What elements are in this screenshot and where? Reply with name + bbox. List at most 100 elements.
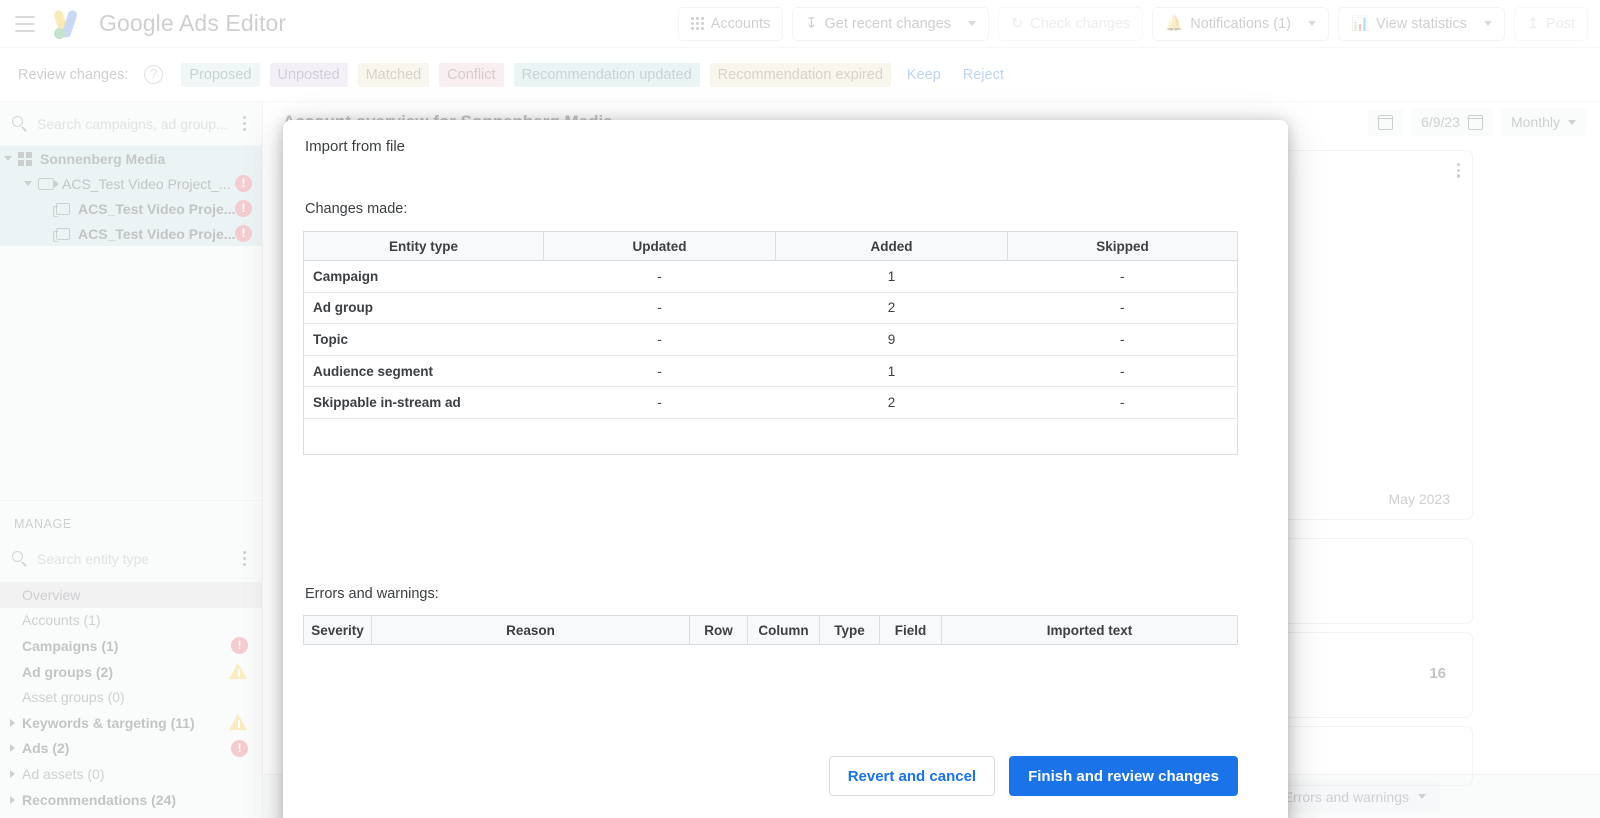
error-badge-icon: ! bbox=[231, 637, 248, 655]
sidebar-options-icon[interactable] bbox=[239, 112, 250, 135]
ad-group-icon bbox=[53, 202, 70, 217]
chip-unposted[interactable]: Unposted bbox=[269, 62, 348, 87]
chevron-right-icon[interactable] bbox=[10, 744, 15, 753]
sidebar-item-overview[interactable]: Overview bbox=[0, 582, 262, 608]
post-button[interactable]: ↥ Post bbox=[1513, 6, 1588, 41]
accounts-button-label: Accounts bbox=[710, 15, 771, 32]
tree-item-campaign[interactable]: ACS_Test Video Project_... ! bbox=[0, 171, 262, 196]
column-header-type: Type bbox=[819, 615, 880, 645]
cell-entity-type: Skippable in-stream ad bbox=[303, 386, 544, 419]
table-row[interactable]: Campaign - 1 - bbox=[303, 260, 1238, 293]
chip-matched[interactable]: Matched bbox=[357, 62, 430, 87]
chip-conflict[interactable]: Conflict bbox=[439, 62, 504, 87]
entity-options-icon[interactable] bbox=[239, 547, 250, 570]
empty-cell bbox=[1008, 418, 1238, 454]
tree-item-account[interactable]: Sonnenberg Media bbox=[0, 146, 262, 171]
chip-recommendation-expired[interactable]: Recommendation expired bbox=[709, 62, 891, 87]
sidebar-item-recommendations[interactable]: Recommendations (24) bbox=[0, 787, 262, 813]
sidebar-item-asset-groups[interactable]: Asset groups (0) bbox=[0, 684, 262, 710]
cell-added: 2 bbox=[775, 292, 1008, 325]
error-badge-icon: ! bbox=[235, 225, 252, 242]
sidebar-item-campaigns[interactable]: Campaigns (1) ! bbox=[0, 633, 262, 659]
cell-skipped: - bbox=[1007, 355, 1238, 388]
video-campaign-icon bbox=[38, 177, 59, 190]
tree-item-ad-group-1[interactable]: ACS_Test Video Proje... ! bbox=[0, 196, 262, 221]
sidebar-item-label: Asset groups (0) bbox=[22, 689, 125, 706]
cell-skipped: - bbox=[1007, 260, 1238, 293]
campaign-search-row[interactable]: Search campaigns, ad group... bbox=[0, 102, 262, 146]
chevron-right-icon[interactable] bbox=[10, 718, 15, 727]
date-start-field[interactable] bbox=[1368, 108, 1404, 136]
sidebar-item-keywords-targeting[interactable]: Keywords & targeting (11) bbox=[0, 710, 262, 736]
hamburger-menu-icon[interactable] bbox=[15, 15, 35, 32]
view-statistics-button[interactable]: 📊 View statistics bbox=[1337, 6, 1505, 41]
keep-button[interactable]: Keep bbox=[901, 63, 947, 87]
cell-added: 2 bbox=[775, 386, 1008, 419]
sidebar-item-label: Ads (2) bbox=[22, 740, 70, 757]
get-recent-changes-button[interactable]: ↧ Get recent changes bbox=[792, 6, 990, 41]
entity-search-input[interactable]: Search entity type bbox=[37, 551, 229, 567]
table-row[interactable]: Topic - 9 - bbox=[303, 323, 1238, 356]
reject-button[interactable]: Reject bbox=[957, 63, 1010, 87]
cell-updated: - bbox=[543, 355, 776, 388]
dialog-actions: Revert and cancel Finish and review chan… bbox=[303, 756, 1238, 796]
granularity-select[interactable]: Monthly bbox=[1500, 108, 1586, 136]
revert-and-cancel-button[interactable]: Revert and cancel bbox=[828, 756, 996, 796]
toolbar-buttons: Accounts ↧ Get recent changes ↻ Check ch… bbox=[677, 6, 1600, 41]
cell-added: 9 bbox=[775, 323, 1008, 356]
sidebar-item-label: Accounts (1) bbox=[22, 612, 101, 629]
chevron-down-icon[interactable] bbox=[1418, 794, 1426, 799]
chevron-down-icon[interactable] bbox=[4, 156, 12, 161]
chart-card-options-icon[interactable] bbox=[1456, 163, 1460, 178]
changes-made-table: Entity type Updated Added Skipped Campai… bbox=[303, 231, 1238, 455]
dialog-title: Import from file bbox=[305, 138, 406, 155]
cell-skipped: - bbox=[1007, 323, 1238, 356]
chevron-right-icon[interactable] bbox=[10, 769, 15, 778]
chevron-down-icon[interactable] bbox=[1483, 21, 1492, 26]
column-header-row: Row bbox=[689, 615, 748, 645]
granularity-value: Monthly bbox=[1510, 114, 1560, 130]
notifications-button[interactable]: 🔔 Notifications (1) bbox=[1152, 6, 1329, 41]
sidebar-item-label: Ad groups (2) bbox=[22, 663, 113, 680]
manage-section-header: MANAGE bbox=[0, 500, 262, 541]
sidebar-item-label: Recommendations (24) bbox=[22, 791, 177, 808]
chip-proposed[interactable]: Proposed bbox=[181, 62, 260, 87]
table-header-row: Entity type Updated Added Skipped bbox=[303, 231, 1238, 261]
grid-icon bbox=[690, 17, 704, 30]
column-header-imported-text: Imported text bbox=[941, 615, 1238, 645]
table-row[interactable]: Skippable in-stream ad - 2 - bbox=[303, 386, 1238, 419]
errors-warnings-dropdown[interactable]: Errors and warnings bbox=[1269, 780, 1440, 813]
sidebar-item-ads[interactable]: Ads (2) ! bbox=[0, 736, 262, 762]
sidebar-item-ad-assets[interactable]: Ad assets (0) bbox=[0, 761, 262, 787]
cell-skipped: - bbox=[1007, 386, 1238, 419]
check-changes-button[interactable]: ↻ Check changes bbox=[998, 6, 1144, 41]
chip-recommendation-updated[interactable]: Recommendation updated bbox=[513, 62, 700, 87]
sidebar-item-accounts[interactable]: Accounts (1) bbox=[0, 608, 262, 634]
error-badge-icon: ! bbox=[231, 739, 248, 757]
chevron-down-icon[interactable] bbox=[1568, 119, 1576, 125]
column-header-field: Field bbox=[879, 615, 942, 645]
errors-warnings-label: Errors and warnings: bbox=[305, 586, 439, 602]
help-circle-icon[interactable]: ? bbox=[144, 65, 164, 84]
tree-item-label: Sonnenberg Media bbox=[40, 150, 166, 167]
empty-cell bbox=[304, 418, 544, 454]
finish-and-review-changes-button[interactable]: Finish and review changes bbox=[1009, 756, 1238, 796]
campaign-search-input[interactable]: Search campaigns, ad group... bbox=[37, 116, 229, 132]
refresh-icon: ↻ bbox=[1011, 15, 1024, 32]
accounts-button[interactable]: Accounts bbox=[677, 6, 784, 41]
app-root: Google Ads Editor Accounts ↧ Get recent … bbox=[0, 0, 1600, 818]
table-row[interactable]: Ad group - 2 - bbox=[303, 292, 1238, 325]
chevron-down-icon[interactable] bbox=[1307, 21, 1316, 26]
sidebar-item-label: Ad assets (0) bbox=[22, 765, 105, 782]
tree-item-ad-group-2[interactable]: ACS_Test Video Proje... ! bbox=[0, 221, 262, 246]
chevron-down-icon[interactable] bbox=[968, 21, 977, 26]
table-row[interactable]: Audience segment - 1 - bbox=[303, 355, 1238, 388]
date-end-field[interactable]: 6/9/23 bbox=[1411, 108, 1493, 136]
sidebar-item-ad-groups[interactable]: Ad groups (2) bbox=[0, 659, 262, 685]
chevron-down-icon[interactable] bbox=[24, 181, 32, 186]
tree-item-label: ACS_Test Video Proje... bbox=[78, 200, 235, 217]
chevron-right-icon[interactable] bbox=[10, 795, 15, 804]
get-recent-changes-label: Get recent changes bbox=[824, 15, 952, 32]
calendar-icon bbox=[1467, 114, 1483, 130]
entity-search-row[interactable]: Search entity type bbox=[0, 539, 262, 579]
